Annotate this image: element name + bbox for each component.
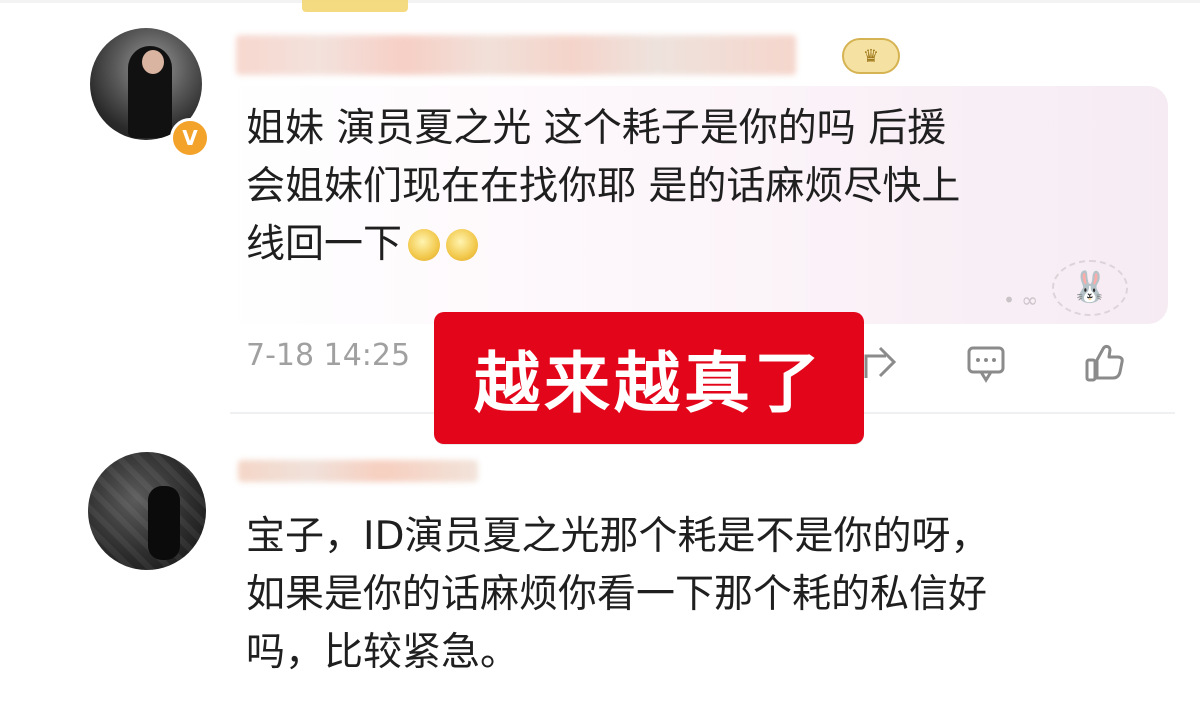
timestamp: 7-18 14:25: [246, 338, 411, 373]
top-accent: [302, 0, 408, 12]
avatar-pattern: [88, 452, 206, 570]
comment-line: 宝子，ID演员夏之光那个耗是不是你的呀，: [246, 514, 990, 559]
comment-text: 宝子，ID演员夏之光那个耗是不是你的呀， 如果是你的话麻烦你看一下那个耗的私信好…: [246, 508, 990, 682]
verified-badge: V: [170, 118, 210, 158]
share-icon[interactable]: [860, 342, 902, 384]
comment-line: 姐妹 演员夏之光 这个耗子是你的吗 后援: [246, 106, 947, 151]
comment-line: 线回一下: [246, 216, 960, 274]
comment-line: 会姐妹们现在在找你耶 是的话麻烦尽快上: [246, 164, 961, 209]
overlay-caption: 越来越真了: [434, 312, 864, 444]
like-icon[interactable]: [1083, 342, 1125, 384]
comment-item-2: 宝子，ID演员夏之光那个耗是不是你的呀， 如果是你的话麻烦你看一下那个耗的私信好…: [0, 440, 1200, 703]
avatar-face: [142, 50, 164, 74]
emoji-icon: [446, 229, 479, 261]
bubble-decoration-dots: • ∞: [1003, 288, 1038, 312]
avatar[interactable]: [88, 452, 206, 570]
username-blurred[interactable]: [236, 35, 796, 75]
comment-line: 吗，比较紧急。: [246, 630, 520, 675]
comment-icon[interactable]: [965, 342, 1007, 384]
emoji-icon: [408, 229, 441, 261]
rank-badge: ♛: [842, 38, 900, 74]
top-divider: [0, 0, 1200, 3]
bunny-sticker-icon: 🐰: [1052, 260, 1128, 316]
comment-text: 姐妹 演员夏之光 这个耗子是你的吗 后援 会姐妹们现在在找你耶 是的话麻烦尽快上…: [246, 100, 960, 274]
comment-line: 如果是你的话麻烦你看一下那个耗的私信好: [246, 572, 988, 617]
comment-line-text: 线回一下: [246, 222, 403, 267]
username-blurred[interactable]: [238, 460, 478, 482]
avatar-figure: [148, 486, 180, 560]
